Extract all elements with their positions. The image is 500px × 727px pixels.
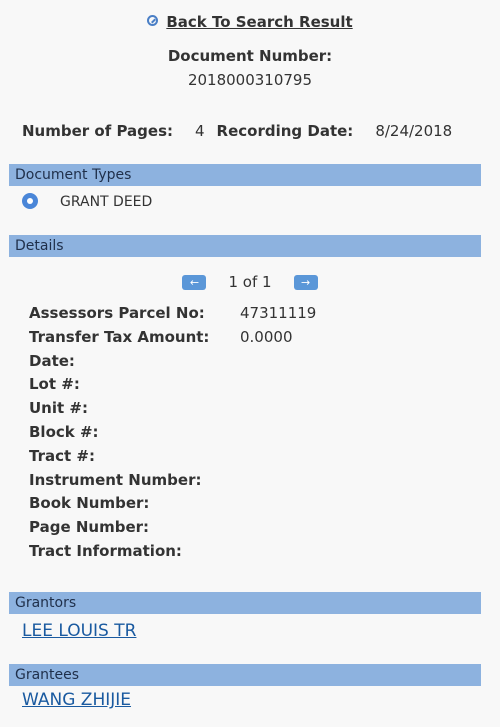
detail-value: 47311119: [240, 304, 317, 322]
document-meta-row: Number of Pages: 4 Recording Date: 8/24/201…: [22, 122, 452, 140]
detail-row: Tract #:: [29, 447, 316, 471]
section-grantees: Grantees: [9, 664, 481, 686]
grantor-link[interactable]: LEE LOUIS TR: [22, 621, 136, 641]
detail-row: Transfer Tax Amount: 0.0000: [29, 328, 316, 352]
detail-label: Instrument Number:: [29, 470, 202, 489]
back-to-search-row: Back To Search Result: [0, 13, 500, 31]
detail-label: Block #:: [29, 422, 99, 441]
detail-label: Date:: [29, 351, 75, 370]
detail-row: Tract Information:: [29, 542, 316, 566]
detail-row: Date:: [29, 352, 316, 376]
document-type-label: GRANT DEED: [60, 194, 153, 210]
section-grantors: Grantors: [9, 592, 481, 614]
detail-row: Book Number:: [29, 494, 316, 518]
detail-row: Page Number:: [29, 518, 316, 542]
detail-label: Tract #:: [29, 446, 95, 465]
detail-label: Page Number:: [29, 518, 150, 537]
detail-label: Assessors Parcel No:: [29, 304, 205, 322]
detail-row: Block #:: [29, 423, 316, 447]
arrow-left-icon[interactable]: ←: [182, 275, 207, 290]
detail-value: 0.0000: [240, 327, 293, 346]
detail-label: Book Number:: [29, 494, 150, 513]
document-number-value: 2018000310795: [187, 71, 313, 89]
arrow-right-icon[interactable]: →: [293, 275, 318, 290]
recording-date-label: Recording Date:: [216, 122, 354, 140]
detail-row: Unit #:: [29, 399, 316, 423]
number-of-pages-label: Number of Pages:: [22, 122, 173, 140]
section-document-types: Document Types: [9, 164, 481, 186]
recording-date-value: 8/24/2018: [375, 122, 453, 140]
detail-row: Lot #:: [29, 375, 316, 399]
document-type-item: GRANT DEED: [22, 193, 152, 210]
back-circle-icon[interactable]: [147, 15, 159, 26]
radio-selected-icon[interactable]: [22, 193, 38, 209]
document-number-label: Document Number:: [167, 47, 333, 65]
details-list: Assessors Parcel No: 47311119 Transfer Ta…: [29, 304, 316, 566]
detail-row: Instrument Number:: [29, 471, 316, 495]
pager: ← 1 of 1 →: [0, 273, 500, 291]
pager-text: 1 of 1: [228, 273, 272, 291]
grantee-link[interactable]: WANG ZHIJIE: [22, 690, 131, 710]
detail-row: Assessors Parcel No: 47311119: [29, 304, 316, 328]
detail-label: Tract Information:: [29, 541, 182, 560]
detail-label: Lot #:: [29, 375, 80, 394]
detail-label: Unit #:: [29, 399, 88, 418]
section-details: Details: [9, 235, 481, 257]
back-to-search-link[interactable]: Back To Search Result: [166, 13, 352, 31]
detail-label: Transfer Tax Amount:: [29, 327, 210, 346]
number-of-pages-value: 4: [195, 122, 205, 140]
